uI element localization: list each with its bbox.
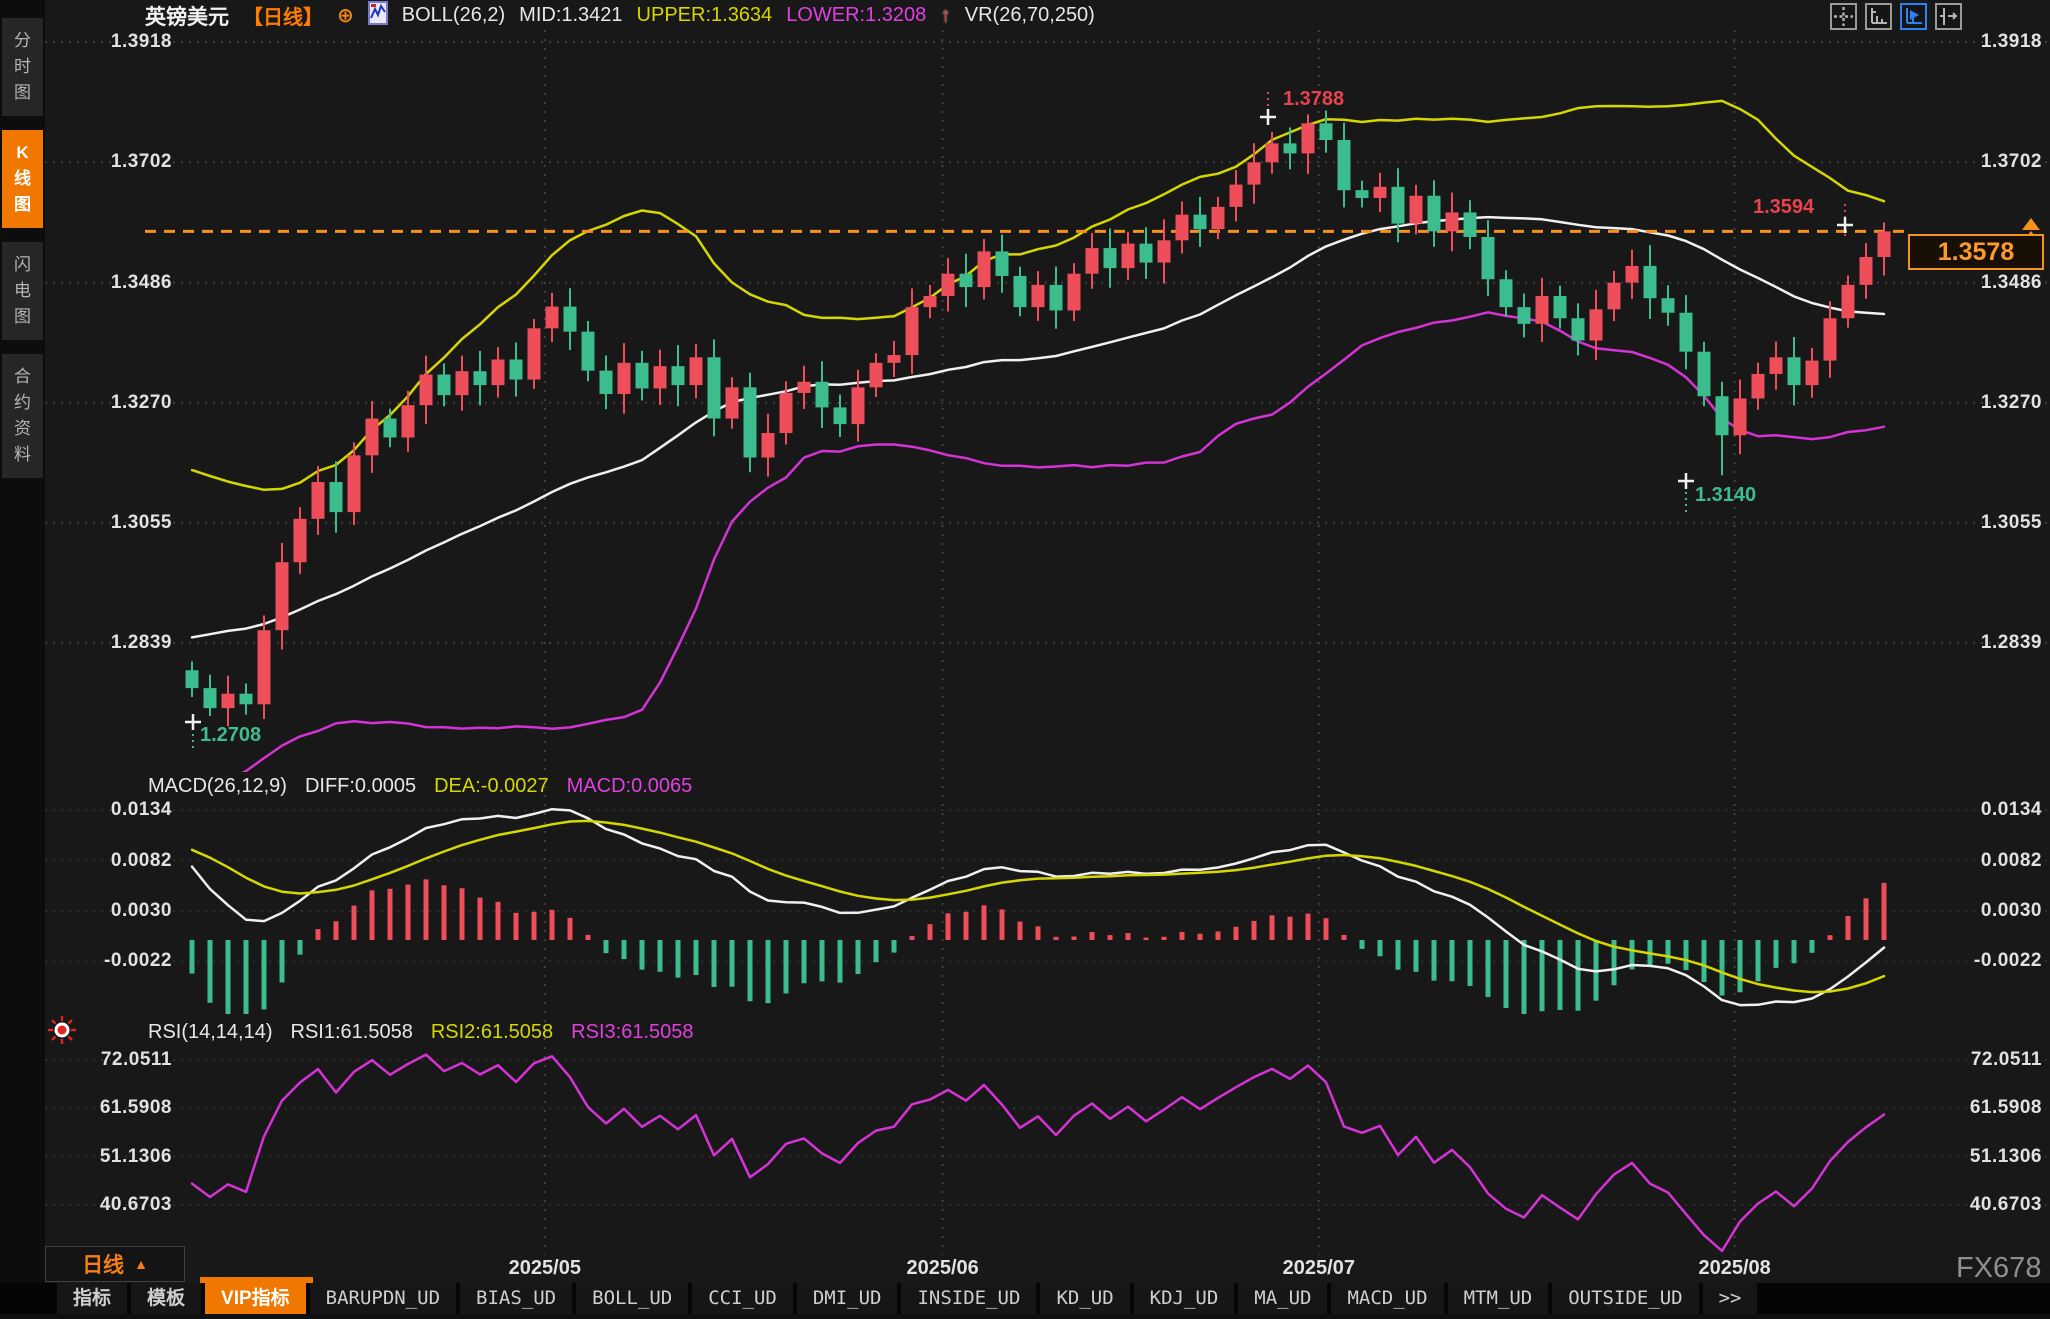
rsi-tick-label: 40.6703: [52, 1194, 172, 1216]
tab-模板[interactable]: 模板: [131, 1283, 201, 1314]
rsi3-value: RSI3:61.5058: [571, 1021, 693, 1044]
macd-dea-value: DEA:-0.0027: [434, 775, 549, 798]
x-axis-label: 2025/05: [509, 1257, 581, 1280]
chart-toolbar: [1830, 3, 1962, 30]
boll-mid-value: MID:1.3421: [519, 4, 622, 27]
price-tick-label: 1.3702: [52, 151, 172, 173]
boll-lower-value: LOWER:1.3208: [786, 4, 926, 27]
sidebar-item-闪电图[interactable]: 闪 电 图: [2, 242, 43, 340]
tab-kd-ud[interactable]: KD_UD: [1040, 1283, 1129, 1314]
macd-tick-label: -0.0022: [52, 950, 172, 972]
tab-vip指标[interactable]: VIP指标: [205, 1283, 306, 1314]
sidebar-item-分时图[interactable]: 分 时 图: [2, 18, 43, 116]
price-tick-label: 1.2839: [1922, 632, 2042, 654]
triangle-up-icon: ▲: [134, 1256, 148, 1272]
macd-title: MACD(26,12,9): [148, 775, 287, 798]
macd-panel-header: MACD(26,12,9) DIFF:0.0005 DEA:-0.0027 MA…: [148, 775, 692, 798]
period-tag[interactable]: 【日线】: [243, 1, 323, 30]
tab-boll-ud[interactable]: BOLL_UD: [576, 1283, 688, 1314]
tab-dmi-ud[interactable]: DMI_UD: [797, 1283, 898, 1314]
x-axis-label: 2025/06: [906, 1257, 978, 1280]
tab-inside-ud[interactable]: INSIDE_UD: [901, 1283, 1036, 1314]
price-tick-label: 1.3055: [52, 512, 172, 534]
tab-mtm-ud[interactable]: MTM_UD: [1448, 1283, 1549, 1314]
up-arrow-icon: ↑: [940, 4, 951, 28]
add-compare-icon[interactable]: ⊕: [337, 3, 354, 28]
axis-shift-icon[interactable]: [1935, 3, 1962, 30]
rsi1-value: RSI1:61.5058: [291, 1021, 413, 1044]
rsi-tick-label: 72.0511: [52, 1049, 172, 1071]
macd-value: MACD:0.0065: [567, 775, 693, 798]
x-axis-label: 2025/07: [1283, 1257, 1355, 1280]
price-tick-label: 1.3918: [1922, 31, 2042, 53]
tab-bias-ud[interactable]: BIAS_UD: [460, 1283, 572, 1314]
tab-outside-ud[interactable]: OUTSIDE_UD: [1552, 1283, 1698, 1314]
rsi-title: RSI(14,14,14): [148, 1021, 273, 1044]
sidebar-item-K线图[interactable]: K 线 图: [2, 130, 43, 228]
axis-scale-icon[interactable]: [1865, 3, 1892, 30]
sidebar-item-合约资料[interactable]: 合 约 资 料: [2, 354, 43, 478]
tab-macd-ud[interactable]: MACD_UD: [1331, 1283, 1443, 1314]
macd-tick-label: -0.0022: [1922, 950, 2042, 972]
live-burst-icon: [46, 1014, 78, 1051]
indicator-tabbar: 指标模板VIP指标BARUPDN_UDBIAS_UDBOLL_UDCCI_UDD…: [0, 1283, 2050, 1314]
rsi-tick-label: 51.1306: [1922, 1146, 2042, 1168]
rsi-tick-label: 61.5908: [1922, 1097, 2042, 1119]
tab-kdj-ud[interactable]: KDJ_UD: [1134, 1283, 1235, 1314]
boll-upper-value: UPPER:1.3634: [637, 4, 773, 27]
price-tick-label: 1.3270: [52, 392, 172, 414]
price-tick-label: 1.3486: [52, 272, 172, 294]
swing-high-price-label: 1.3594: [1753, 196, 1814, 219]
rsi-tick-label: 51.1306: [52, 1146, 172, 1168]
boll-label: BOLL(26,2): [402, 4, 505, 27]
axis-play-icon[interactable]: [1900, 3, 1927, 30]
price-tick-label: 1.3486: [1922, 272, 2042, 294]
vr-label: VR(26,70,250): [965, 4, 1095, 27]
price-tick-label: 1.2839: [52, 632, 172, 654]
pan-crosshair-icon[interactable]: [1830, 3, 1857, 30]
macd-tick-label: 0.0134: [52, 799, 172, 821]
rsi2-value: RSI2:61.5058: [431, 1021, 553, 1044]
macd-diff-value: DIFF:0.0005: [305, 775, 416, 798]
mini-chart-icon: [368, 1, 388, 31]
period-label: 日线: [82, 1249, 124, 1279]
macd-tick-label: 0.0134: [1922, 799, 2042, 821]
last-price-box: 1.3578: [1908, 234, 2044, 270]
tab-cci-ud[interactable]: CCI_UD: [692, 1283, 793, 1314]
high-price-label: 1.3788: [1283, 88, 1344, 111]
tab-ma-ud[interactable]: MA_UD: [1238, 1283, 1327, 1314]
watermark: FX678: [1956, 1252, 2041, 1285]
trading-app: 分 时 图 K 线 图闪 电 图合 约 资 料 英镑美元 【日线】 ⊕ BOLL(…: [0, 0, 2050, 1314]
symbol-title: 英镑美元: [145, 1, 229, 31]
low-price-label: 1.2708: [200, 724, 261, 747]
swing-low-price-label: 1.3140: [1695, 484, 1756, 507]
tab-指标[interactable]: 指标: [57, 1283, 127, 1314]
x-axis-label: 2025/08: [1698, 1257, 1770, 1280]
macd-tick-label: 0.0082: [1922, 850, 2042, 872]
price-tick-label: 1.3702: [1922, 151, 2042, 173]
period-selector[interactable]: 日线 ▲: [45, 1246, 185, 1282]
price-tick-label: 1.3270: [1922, 392, 2042, 414]
tab--[interactable]: >>: [1703, 1283, 1758, 1314]
price-tick-label: 1.3918: [52, 31, 172, 53]
rsi-tick-label: 61.5908: [52, 1097, 172, 1119]
macd-tick-label: 0.0030: [1922, 900, 2042, 922]
chart-canvas[interactable]: [0, 0, 2050, 1314]
rsi-tick-label: 40.6703: [1922, 1194, 2042, 1216]
rsi-tick-label: 72.0511: [1922, 1049, 2042, 1071]
chart-type-sidebar: 分 时 图 K 线 图闪 电 图合 约 资 料: [0, 0, 45, 1283]
price-tick-label: 1.3055: [1922, 512, 2042, 534]
rsi-panel-header: RSI(14,14,14) RSI1:61.5058 RSI2:61.5058 …: [148, 1021, 694, 1044]
macd-tick-label: 0.0082: [52, 850, 172, 872]
macd-tick-label: 0.0030: [52, 900, 172, 922]
tab-barupdn-ud[interactable]: BARUPDN_UD: [310, 1283, 456, 1314]
chart-header: 英镑美元 【日线】 ⊕ BOLL(26,2) MID:1.3421 UPPER:…: [145, 0, 1095, 31]
